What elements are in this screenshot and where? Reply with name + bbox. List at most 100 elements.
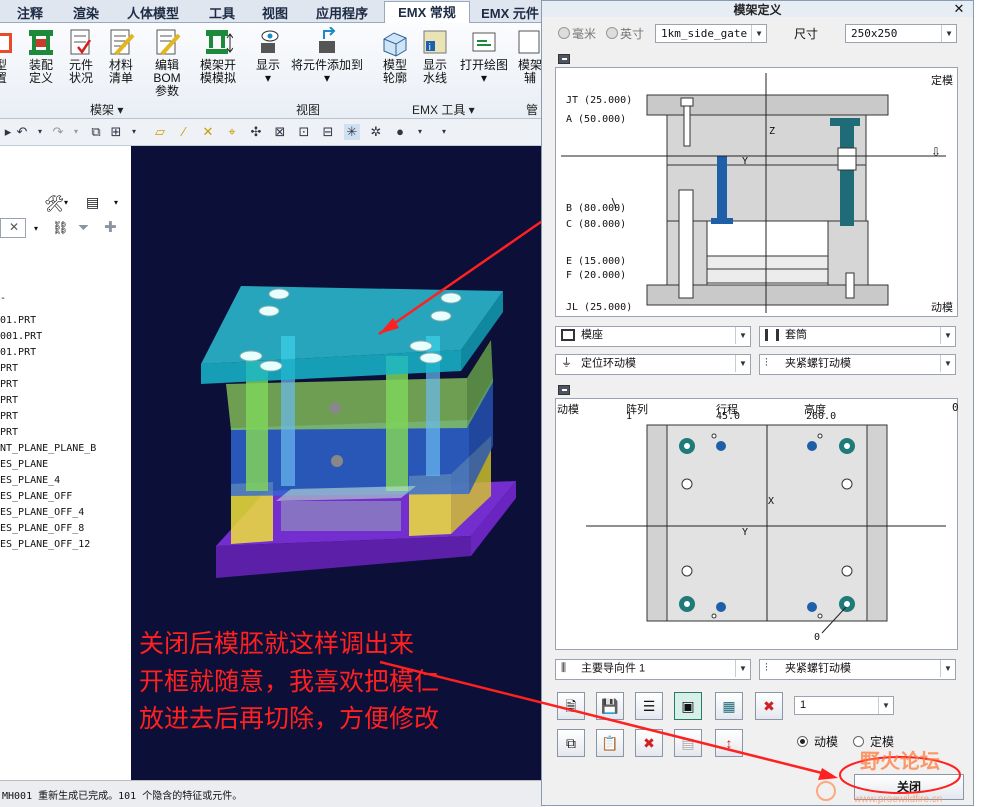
group-emx-tools[interactable]: EMX 工具 ▾ (412, 101, 475, 118)
copy-button[interactable]: ⧉ (557, 729, 585, 757)
count-select[interactable]: 1 ▼ (794, 696, 894, 715)
tab-emx-component[interactable]: EMX 元件 (474, 3, 546, 21)
mold-opening-simulation-button[interactable]: 模架开 模模拟 (194, 27, 242, 85)
remove-list-button[interactable]: ✖ (635, 729, 663, 757)
close-icon[interactable]: ✕ (950, 1, 968, 16)
tree-item[interactable]: PRT (0, 395, 18, 406)
tree-columns-icon[interactable]: ▤ (86, 194, 99, 211)
csys-icon[interactable]: ⌖ (224, 124, 240, 140)
plane-tag-icon[interactable]: ⊡ (296, 124, 312, 140)
saved-orientation-icon[interactable]: ⊞ (108, 124, 124, 140)
tab-render[interactable]: 渲染 (60, 3, 112, 21)
size-select[interactable]: 250x250 ▼ (845, 24, 957, 43)
edit-bom-parameters-button[interactable]: 编辑 BOM 参数 (141, 27, 193, 98)
unit-inch-radio[interactable] (606, 27, 618, 39)
axis-tag-icon[interactable]: ⊟ (320, 124, 336, 140)
tab-applications[interactable]: 应用程序 (303, 3, 381, 21)
tree-item[interactable]: 01.PRT (0, 347, 36, 358)
clamp-screw-select[interactable]: ⫶ 夹紧螺钉动模 ▼ (759, 354, 956, 375)
locating-ring-select[interactable]: ⏚ 定位环动模 ▼ (555, 354, 751, 375)
clear-search-icon[interactable]: ✕ (9, 220, 19, 234)
plate-jt-label[interactable]: JT (25.000) (566, 95, 632, 106)
display-style-icon[interactable]: ● (392, 124, 408, 140)
template-select[interactable]: 1km_side_gate ▼ (655, 24, 767, 43)
tree-columns-dropdown-icon[interactable]: ▾ (114, 198, 118, 207)
search-dropdown-icon[interactable]: ▾ (34, 224, 38, 233)
paste-button[interactable]: 📋 (596, 729, 624, 757)
csys-tag-icon[interactable]: ✲ (368, 124, 384, 140)
tree-item[interactable]: NT_PLANE_PLANE_B (0, 443, 96, 454)
toolbar-more-icon[interactable]: ▾ (436, 124, 452, 140)
table-button[interactable]: ▤ (674, 729, 702, 757)
tree-settings-icon[interactable]: 🛠 (44, 194, 64, 214)
sleeve-select[interactable]: 套筒 ▼ (759, 326, 956, 347)
tab-human-model[interactable]: 人体模型 (114, 3, 192, 21)
datum-axis-icon[interactable]: ⁄ (176, 124, 192, 140)
save-assembly-button[interactable]: 💾 (596, 692, 624, 720)
bom-button[interactable]: ☰ (635, 692, 663, 720)
tree-item[interactable]: ES_PLANE_OFF (0, 491, 72, 502)
group-mold-base[interactable]: 模架 ▾ (90, 101, 123, 118)
filter-icon[interactable]: ⏷ (78, 219, 89, 236)
open-drawing-button[interactable]: 打开绘图 ▾ (458, 27, 510, 85)
mold-base-button[interactable]: 型置 (0, 27, 22, 85)
bill-of-materials-button[interactable]: 材料 清单 (100, 27, 142, 85)
main-guide-select[interactable]: ⫼ 主要导向件 1 ▼ (555, 659, 751, 680)
window-icon[interactable]: ⧉ (88, 124, 104, 140)
tree-item[interactable]: ES_PLANE (0, 459, 48, 470)
model-outline-button[interactable]: 模型 轮廓 (374, 27, 416, 85)
tree-item[interactable]: ES_PLANE_OFF_4 (0, 507, 84, 518)
tab-tools[interactable]: 工具 (196, 3, 248, 21)
find-icon[interactable]: ⛓ (52, 220, 69, 236)
tree-item[interactable]: PRT (0, 363, 18, 374)
undo-icon[interactable]: ↶ (14, 124, 30, 140)
tree-item[interactable]: PRT (0, 379, 18, 390)
undo-dropdown-icon[interactable]: ▾ (32, 124, 48, 140)
clamp-screw-select-2[interactable]: ⫶ 夹紧螺钉动模 ▼ (759, 659, 956, 680)
plate-jl-label[interactable]: JL (25.000) (566, 302, 632, 313)
plate-b-label[interactable]: B (80.000) (566, 203, 626, 214)
annotation-display-icon[interactable]: ⊠ (272, 124, 288, 140)
tree-item[interactable]: - (0, 293, 6, 304)
redo-dropdown-icon[interactable]: ▾ (68, 124, 84, 140)
load-assembly-button[interactable]: 🗎 (557, 692, 585, 720)
redo-icon[interactable]: ↷ (50, 124, 66, 140)
delete-component-button[interactable]: ✖ (755, 692, 783, 720)
tree-item[interactable]: ES_PLANE_OFF_12 (0, 539, 90, 550)
plate-c-label[interactable]: C (80.000) (566, 219, 626, 230)
tree-settings-dropdown-icon[interactable]: ▾ (64, 198, 68, 207)
show-waterline-button[interactable]: i 显示 水线 (414, 27, 456, 85)
tab-view[interactable]: 视图 (251, 3, 299, 21)
add-icon[interactable]: ✚ (104, 218, 117, 236)
tree-search-input[interactable]: ✕ (0, 218, 26, 238)
moving-side-radio[interactable] (797, 736, 808, 747)
plate-f-label[interactable]: F (20.000) (566, 270, 626, 281)
measure-button[interactable]: ↕ (715, 729, 743, 757)
datum-plane-icon[interactable]: ▱ (152, 124, 168, 140)
clamp-plate-select[interactable]: 模座 ▼ (555, 326, 751, 347)
point-tag-icon[interactable]: ✳ (344, 124, 360, 140)
tree-item[interactable]: 001.PRT (0, 331, 42, 342)
add-component-to-button[interactable]: 将元件添加到 ▾ (288, 26, 366, 85)
collapse-section-icon[interactable] (558, 54, 570, 64)
collapse-section-icon[interactable] (558, 385, 570, 395)
datum-point-icon[interactable]: ✕ (200, 124, 216, 140)
display-button[interactable]: 显示 ▾ (247, 27, 289, 85)
tab-annotate[interactable]: 注释 (4, 3, 56, 21)
orientation-dropdown-icon[interactable]: ▾ (126, 124, 142, 140)
display-style-dropdown-icon[interactable]: ▾ (412, 124, 428, 140)
tree-item[interactable]: ES_PLANE_OFF_8 (0, 523, 84, 534)
graphics-viewport[interactable]: 关闭后模胚就这样调出来 开框就随意，我喜欢把模仁 放进去后再切除，方便修改 (131, 146, 604, 780)
tab-emx-general[interactable]: EMX 常规 (384, 1, 470, 23)
plate-list-button[interactable]: ▣ (674, 692, 702, 720)
spin-center-icon[interactable]: ✣ (248, 124, 264, 140)
tree-item[interactable]: PRT (0, 411, 18, 422)
tree-item[interactable]: ES_PLANE_4 (0, 475, 60, 486)
grid-view-button[interactable]: ▦ (715, 692, 743, 720)
assembly-definition-button[interactable]: 装配 定义 (20, 27, 62, 85)
plate-a-label[interactable]: A (50.000) (566, 114, 626, 125)
tree-item[interactable]: 01.PRT (0, 315, 36, 326)
plate-e-label[interactable]: E (15.000) (566, 256, 626, 267)
unit-mm-radio[interactable] (558, 27, 570, 39)
tree-item[interactable]: PRT (0, 427, 18, 438)
